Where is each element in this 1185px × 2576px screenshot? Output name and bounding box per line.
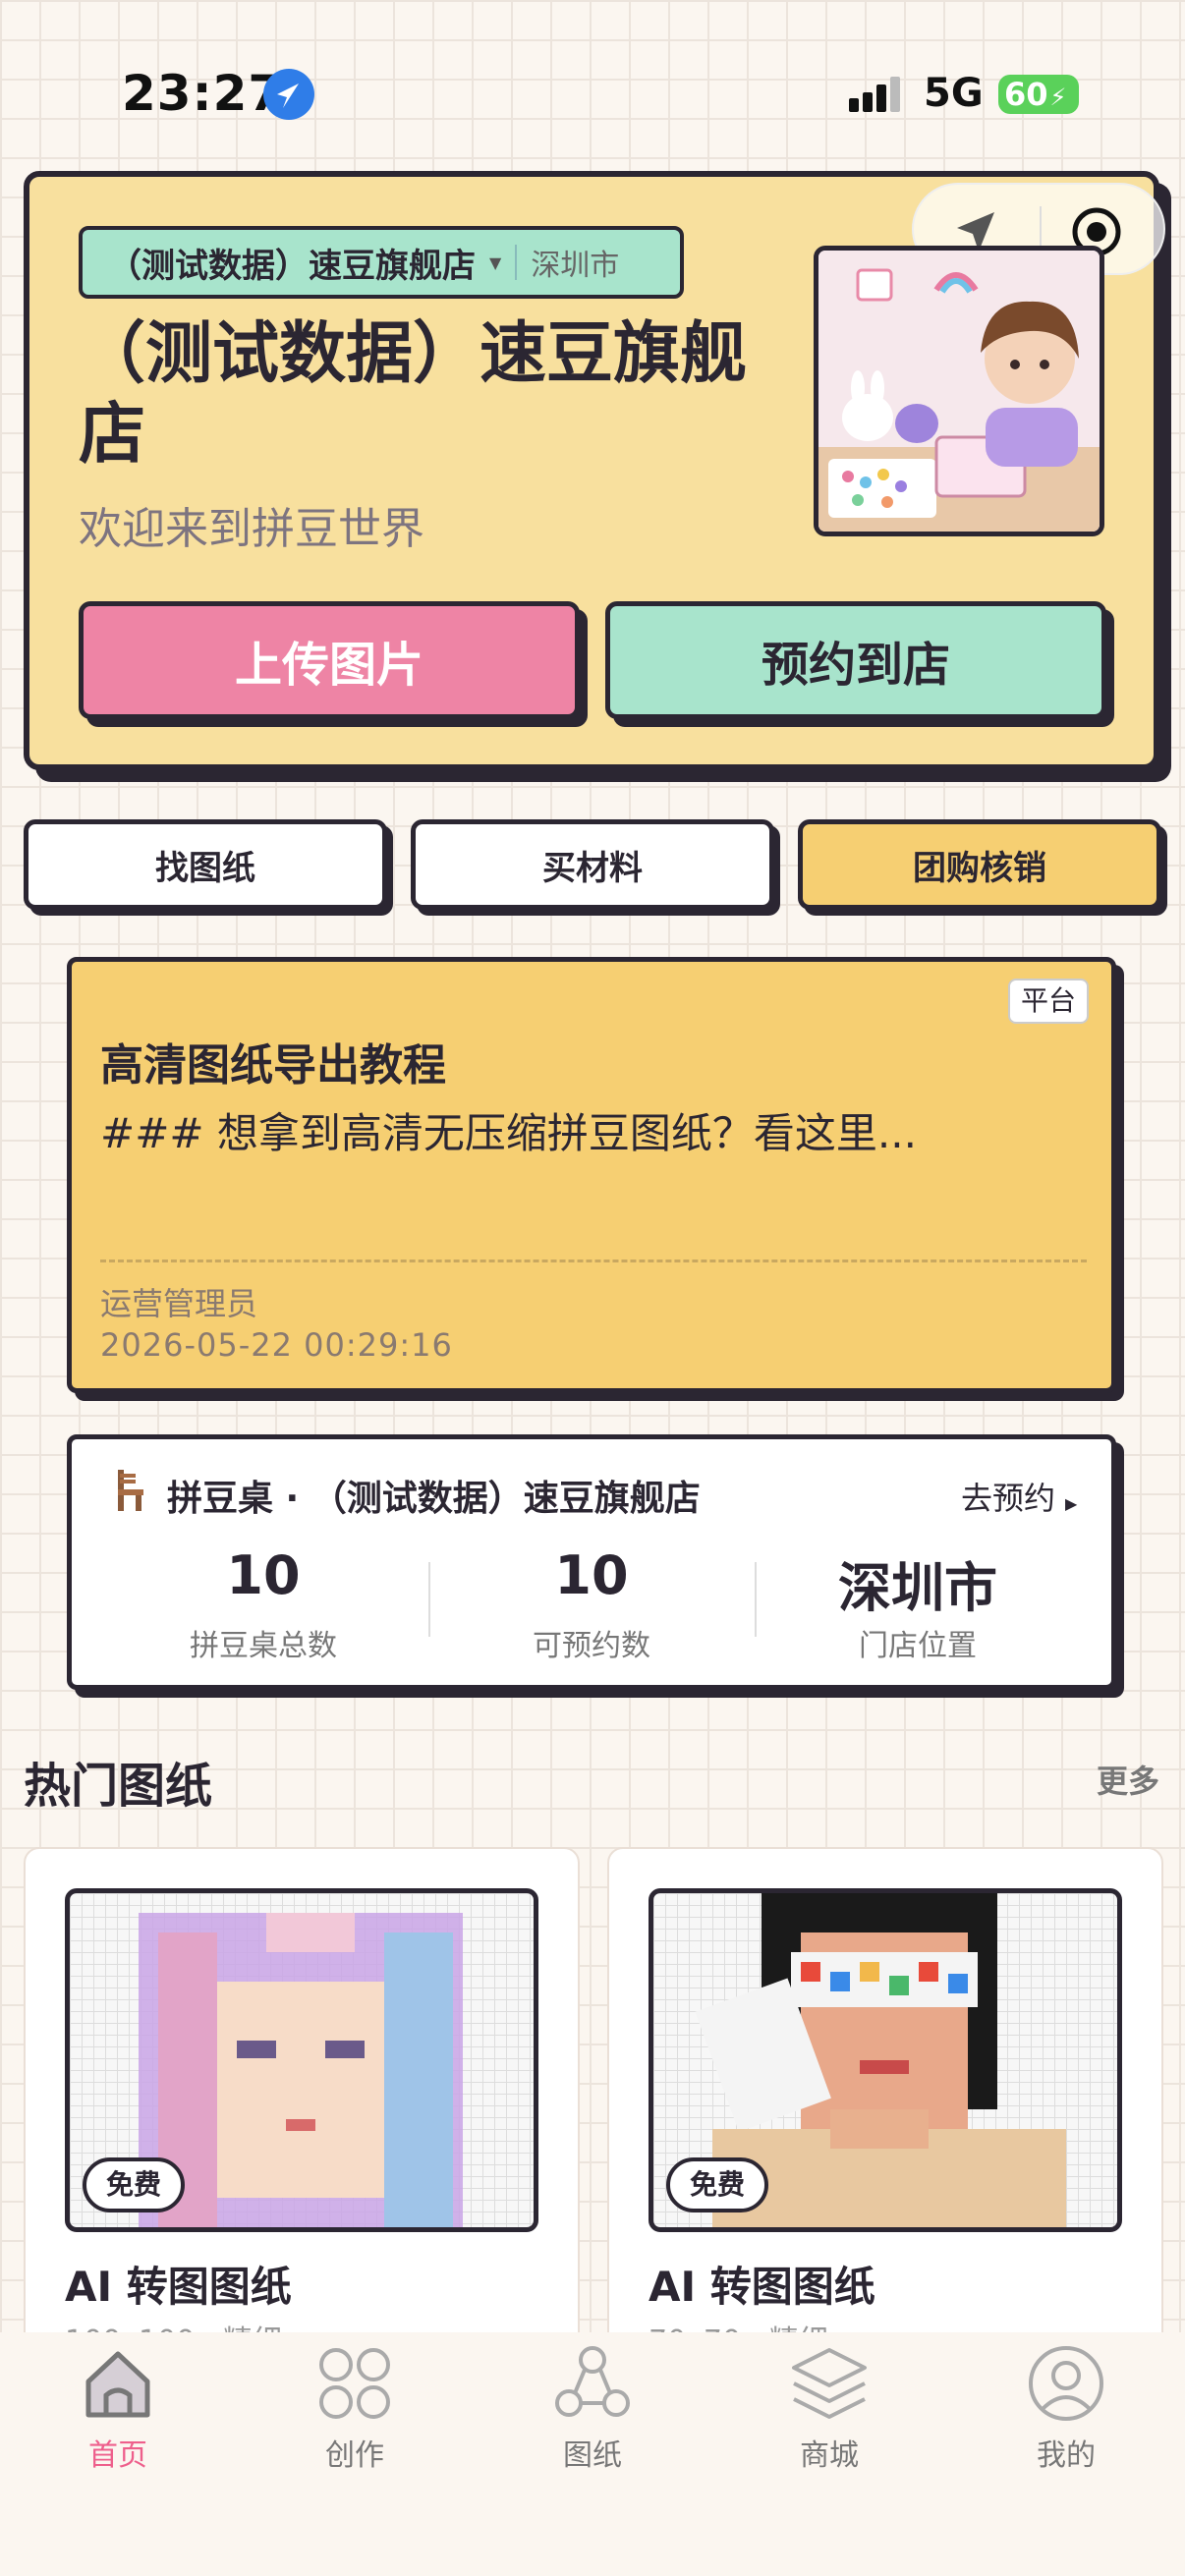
stat-location-label: 门店位置 (859, 1629, 977, 1663)
free-badge: 免费 (666, 2157, 768, 2212)
more-link[interactable]: 更多 (1097, 1757, 1159, 1802)
store-welcome: 欢迎来到拼豆世界 (79, 504, 424, 554)
group-buy-redeem-button[interactable]: 团购核销 (798, 819, 1161, 910)
store-city: 深圳市 (531, 249, 620, 283)
dashed-divider (100, 1260, 1087, 1262)
stat-divider (428, 1562, 430, 1637)
tab-create-label: 创作 (325, 2438, 384, 2473)
battery-indicator: 60⚡ (998, 75, 1079, 114)
buy-materials-button[interactable]: 买材料 (411, 819, 774, 910)
battery-level: 60 (1004, 76, 1048, 113)
create-icon (319, 2348, 390, 2419)
caret-down-icon: ▼ (489, 252, 502, 272)
charging-bolt-icon: ⚡ (1049, 84, 1067, 111)
chair-icon (106, 1468, 151, 1517)
announcement-title: 高清图纸导出教程 (100, 1040, 446, 1091)
stat-location: 深圳市 (838, 1557, 997, 1619)
tab-mall-label: 商城 (800, 2438, 859, 2473)
book-visit-button[interactable]: 预约到店 (605, 601, 1106, 719)
store-illustration (814, 246, 1104, 536)
section-title: 热门图纸 (24, 1759, 213, 1814)
pattern-title: AI 转图图纸 (65, 2263, 292, 2311)
network-type: 5G (924, 71, 984, 116)
tab-home-label: 首页 (88, 2438, 147, 2473)
store-name: （测试数据）速豆旗舰店 (108, 246, 476, 286)
tab-mall[interactable]: 商城 (761, 2342, 898, 2474)
cellular-signal-icon (849, 77, 908, 120)
divider (515, 245, 518, 280)
stat-total-tables: 10 (226, 1544, 301, 1606)
tab-patterns[interactable]: 图纸 (524, 2342, 661, 2474)
go-book-label: 去预约 (961, 1480, 1056, 1517)
stat-total-tables-label: 拼豆桌总数 (190, 1629, 337, 1663)
home-icon (85, 2351, 150, 2418)
tab-home[interactable]: 首页 (49, 2342, 187, 2474)
announcement-date: 2026-05-22 00:29:16 (100, 1326, 453, 1364)
find-patterns-button[interactable]: 找图纸 (24, 819, 387, 910)
stat-divider (755, 1562, 757, 1637)
pattern-title: AI 转图图纸 (649, 2263, 875, 2311)
free-badge: 免费 (83, 2157, 185, 2212)
store-title: （测试数据）速豆旗舰店 (79, 315, 748, 474)
announcement-desc: ### 想拿到高清无压缩拼豆图纸？看这里... (100, 1109, 917, 1157)
status-time: 23:27 (122, 65, 284, 122)
stat-available-label: 可预约数 (533, 1629, 650, 1663)
announcement-author: 运营管理员 (100, 1285, 258, 1322)
caret-right-icon: ▶ (1065, 1494, 1078, 1513)
bead-table-title: 拼豆桌 · （测试数据）速豆旗舰店 (167, 1479, 701, 1519)
go-book-link[interactable]: 去预约 ▶ (961, 1474, 1077, 1519)
upload-image-button[interactable]: 上传图片 (79, 601, 580, 719)
store-selector[interactable]: （测试数据）速豆旗舰店 ▼ 深圳市 (79, 226, 684, 299)
profile-icon (1029, 2346, 1103, 2421)
location-arrow-icon (263, 69, 314, 120)
tab-patterns-label: 图纸 (563, 2438, 622, 2473)
tab-create[interactable]: 创作 (286, 2342, 423, 2474)
tab-mine-label: 我的 (1037, 2438, 1096, 2473)
tab-mine[interactable]: 我的 (997, 2342, 1135, 2474)
platform-tag: 平台 (1008, 979, 1089, 1024)
patterns-icon (555, 2346, 630, 2417)
layers-icon (792, 2348, 867, 2419)
stat-available: 10 (554, 1544, 629, 1606)
